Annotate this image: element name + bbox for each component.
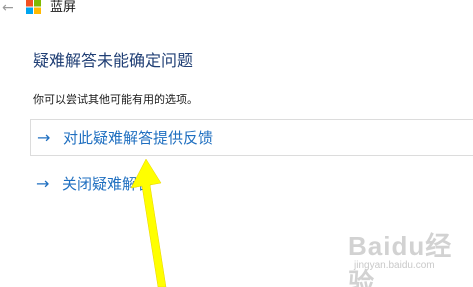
baidu-watermark: Baidu经验 jingyan.baidu.com <box>348 226 468 287</box>
troubleshooter-window: ← 蓝屏 疑难解答未能确定问题 你可以尝试其他可能有用的选项。 → 对此疑难解答… <box>0 0 473 287</box>
watermark-logo: Baidu经验 <box>348 231 453 287</box>
watermark-site: jingyan.baidu.com <box>354 260 435 271</box>
